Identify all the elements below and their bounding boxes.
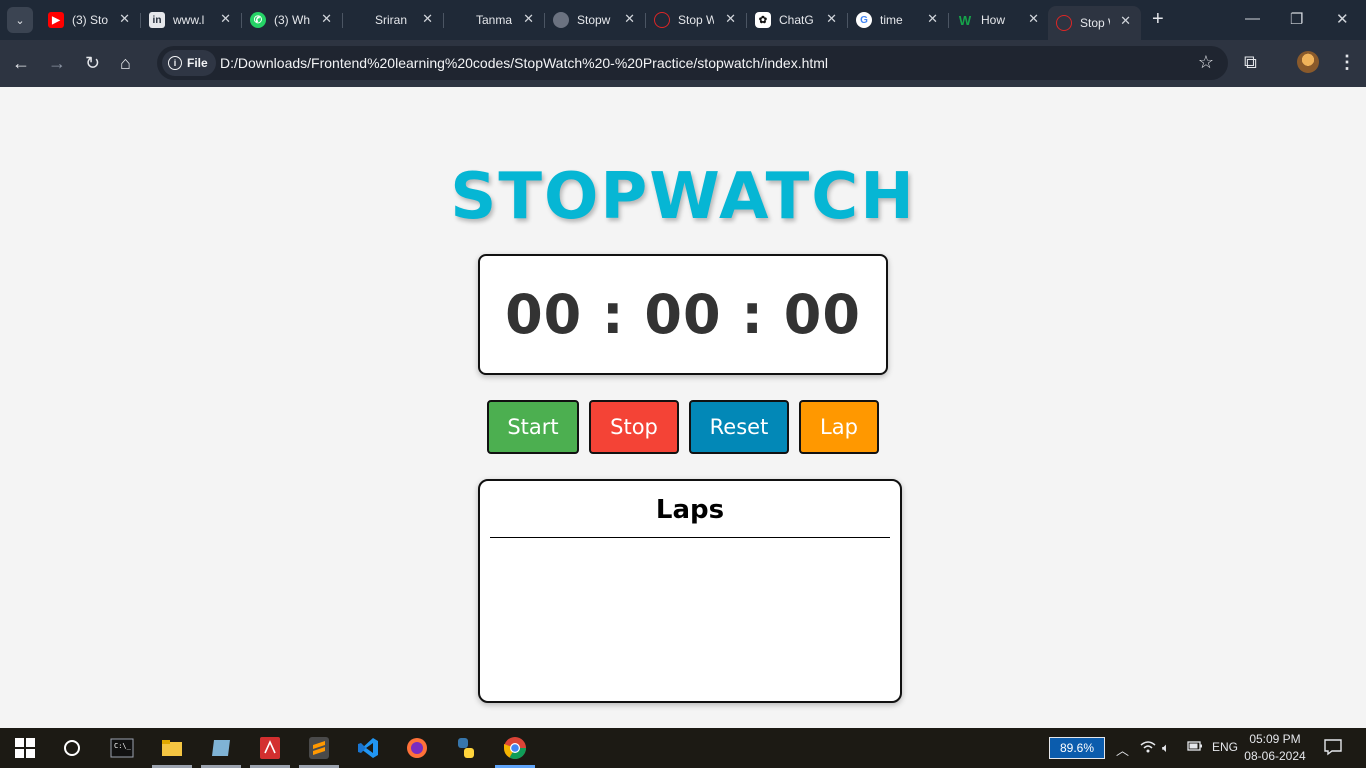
tab-label: Tanma (476, 13, 512, 27)
laps-panel: Laps (478, 479, 902, 703)
google-icon: G (856, 12, 872, 28)
page-title: STOPWATCH (450, 160, 916, 234)
taskbar-clock[interactable]: 05:09 PM 08-06-2024 (1240, 731, 1310, 765)
bookmark-star-icon[interactable]: ☆ (1198, 52, 1214, 73)
start-button[interactable]: Start (487, 400, 579, 454)
close-icon[interactable]: ✕ (927, 11, 938, 27)
chrome-icon[interactable] (503, 736, 527, 760)
close-icon[interactable]: ✕ (220, 11, 231, 27)
lap-button[interactable]: Lap (799, 400, 879, 454)
vscode-icon[interactable] (356, 736, 380, 760)
tab-linkedin[interactable]: in www.l ✕ (141, 6, 242, 34)
laps-list (490, 541, 890, 691)
tab-sriran[interactable]: Sriran ✕ (343, 6, 444, 34)
terminal-icon[interactable]: C:\_ (110, 736, 134, 760)
tab-label: Stop W (678, 13, 714, 27)
tab-label: Sriran (375, 13, 408, 27)
info-icon: i (168, 56, 182, 70)
tab-how[interactable]: W How ✕ (949, 6, 1049, 34)
tab-label: time (880, 13, 903, 27)
page-icon (351, 12, 367, 28)
close-icon[interactable]: ✕ (826, 11, 837, 27)
clock-date: 08-06-2024 (1244, 749, 1306, 763)
scheme-label: File (187, 56, 208, 70)
notes-app-icon[interactable] (209, 736, 233, 760)
notifications-icon[interactable] (1324, 738, 1342, 759)
back-icon[interactable]: ← (12, 52, 30, 74)
tab-stop-watch[interactable]: Stop W ✕ (646, 6, 747, 34)
close-icon[interactable]: ✕ (119, 11, 130, 27)
tab-label: www.l (173, 13, 205, 27)
tab-chatgpt[interactable]: ✿ ChatG ✕ (747, 6, 848, 34)
time-readout: 00 : 00 : 00 (505, 283, 861, 346)
address-bar[interactable]: i File D:/Downloads/Frontend%20learning%… (157, 46, 1228, 80)
home-icon[interactable]: ⌂ (120, 52, 131, 74)
extensions-icon[interactable]: ⧉ (1244, 52, 1257, 73)
close-icon[interactable]: ✕ (1028, 11, 1039, 27)
close-icon[interactable]: ✕ (422, 11, 433, 27)
volume-icon[interactable]: 🔈︎ (1162, 740, 1170, 756)
window-close-icon[interactable]: ✕ (1336, 10, 1349, 28)
firefox-icon[interactable] (405, 736, 429, 760)
tab-search-button[interactable]: ⌄ (7, 7, 33, 33)
globe-icon (553, 12, 569, 28)
site-info-chip[interactable]: i File (162, 50, 216, 76)
stopwatch-icon (1056, 15, 1072, 31)
tab-stopw[interactable]: Stopw ✕ (545, 6, 646, 34)
browser-toolbar: ← → ↻ ⌂ i File D:/Downloads/Frontend%20l… (0, 40, 1366, 87)
close-icon[interactable]: ✕ (624, 11, 635, 27)
tab-label: (3) Wh (274, 13, 310, 27)
new-tab-button[interactable]: + (1152, 9, 1164, 29)
forward-icon[interactable]: → (48, 52, 66, 74)
pdf-reader-icon[interactable] (258, 736, 282, 760)
clock-time: 05:09 PM (1249, 732, 1301, 746)
tab-label: Stopw (577, 13, 611, 27)
wifi-icon[interactable] (1140, 740, 1156, 757)
file-explorer-icon[interactable] (160, 736, 184, 760)
tab-label: Stop W (1080, 16, 1110, 30)
windows-start-icon[interactable] (13, 736, 37, 760)
url-text[interactable]: D:/Downloads/Frontend%20learning%20codes… (220, 55, 828, 71)
tab-whatsapp[interactable]: ✆ (3) Wh ✕ (242, 6, 343, 34)
close-icon[interactable]: ✕ (523, 11, 534, 27)
search-circle-icon[interactable] (60, 736, 84, 760)
time-display: 00 : 00 : 00 (478, 254, 888, 375)
minimize-icon[interactable]: — (1245, 10, 1260, 27)
close-icon[interactable]: ✕ (321, 11, 332, 27)
close-icon[interactable]: ✕ (725, 11, 736, 27)
tab-stop-watch-active[interactable]: Stop W ✕ (1048, 6, 1141, 40)
profile-avatar[interactable] (1297, 51, 1319, 73)
reload-icon[interactable]: ↻ (85, 52, 100, 74)
tab-label: How (981, 13, 1006, 27)
battery-indicator[interactable]: 89.6% (1049, 737, 1105, 759)
svg-text:C:\_: C:\_ (114, 742, 132, 750)
page-icon (452, 12, 468, 28)
reset-button[interactable]: Reset (689, 400, 789, 454)
tab-label: ChatG (779, 13, 814, 27)
tab-label: (3) Sto (72, 13, 108, 27)
laps-divider (490, 537, 890, 538)
chevron-up-icon[interactable]: ︿ (1116, 740, 1129, 759)
close-icon[interactable]: ✕ (1120, 13, 1131, 29)
whatsapp-icon: ✆ (250, 12, 266, 28)
tab-google[interactable]: G time ✕ (848, 6, 949, 34)
w-icon: W (958, 12, 972, 28)
menu-kebab-icon[interactable]: ⋮ (1338, 52, 1356, 73)
restore-icon[interactable]: ❐ (1290, 10, 1303, 28)
linkedin-icon: in (149, 12, 165, 28)
stop-button[interactable]: Stop (589, 400, 679, 454)
youtube-icon: ▶ (48, 12, 64, 28)
tab-youtube[interactable]: ▶ (3) Sto ✕ (40, 6, 141, 34)
power-icon[interactable] (1187, 740, 1203, 755)
chatgpt-icon: ✿ (755, 12, 771, 28)
sublime-text-icon[interactable] (307, 736, 331, 760)
tab-tanma[interactable]: Tanma ✕ (444, 6, 545, 34)
language-indicator[interactable]: ENG (1212, 740, 1238, 754)
tab-strip: ⌄ ▶ (3) Sto ✕ in www.l ✕ ✆ (3) Wh ✕ Srir… (0, 0, 1366, 40)
laps-heading: Laps (655, 495, 725, 525)
python-icon[interactable] (454, 736, 478, 760)
stopwatch-icon (654, 12, 670, 28)
